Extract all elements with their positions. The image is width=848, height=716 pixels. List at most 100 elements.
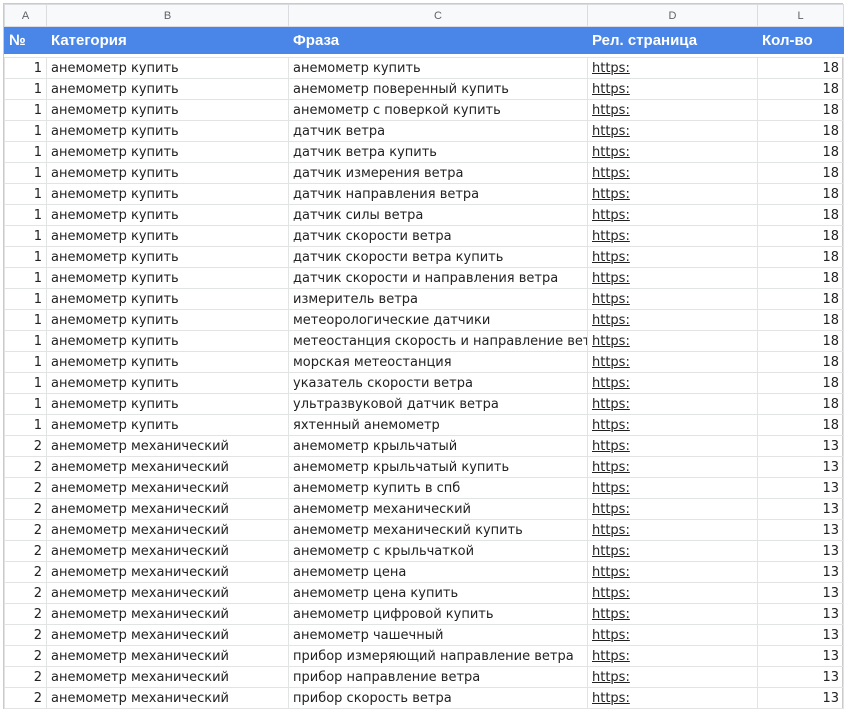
cell-number[interactable]: 2	[4, 666, 47, 688]
cell-category[interactable]: анемометр купить	[46, 372, 289, 394]
cell-category[interactable]: анемометр купить	[46, 141, 289, 163]
cell-link[interactable]: https:	[587, 414, 758, 436]
cell-count[interactable]: 18	[757, 288, 844, 310]
cell-phrase[interactable]: датчик измерения ветра	[288, 162, 588, 184]
cell-number[interactable]: 2	[4, 498, 47, 520]
cell-count[interactable]: 13	[757, 519, 844, 541]
cell-category[interactable]: анемометр купить	[46, 330, 289, 352]
cell-link[interactable]: https:	[587, 603, 758, 625]
cell-phrase[interactable]: анемометр поверенный купить	[288, 78, 588, 100]
cell-category[interactable]: анемометр купить	[46, 78, 289, 100]
cell-link[interactable]: https:	[587, 183, 758, 205]
cell-count[interactable]: 18	[757, 120, 844, 142]
cell-number[interactable]: 2	[4, 477, 47, 499]
cell-category[interactable]: анемометр купить	[46, 288, 289, 310]
cell-phrase[interactable]: анемометр чашечный	[288, 624, 588, 646]
cell-count[interactable]: 13	[757, 687, 844, 709]
cell-link[interactable]: https:	[587, 57, 758, 79]
cell-count[interactable]: 13	[757, 624, 844, 646]
cell-category[interactable]: анемометр купить	[46, 183, 289, 205]
cell-phrase[interactable]: датчик ветра купить	[288, 141, 588, 163]
cell-number[interactable]: 1	[4, 141, 47, 163]
cell-phrase[interactable]: анемометр с крыльчаткой	[288, 540, 588, 562]
cell-link[interactable]: https:	[587, 666, 758, 688]
cell-link[interactable]: https:	[587, 162, 758, 184]
column-letter-l[interactable]: L	[757, 4, 844, 27]
cell-category[interactable]: анемометр купить	[46, 225, 289, 247]
cell-phrase[interactable]: прибор измеряющий направление ветра	[288, 645, 588, 667]
cell-link[interactable]: https:	[587, 288, 758, 310]
cell-category[interactable]: анемометр купить	[46, 351, 289, 373]
cell-link[interactable]: https:	[587, 120, 758, 142]
cell-link[interactable]: https:	[587, 498, 758, 520]
cell-link[interactable]: https:	[587, 645, 758, 667]
header-phrase[interactable]: Фраза	[288, 26, 588, 54]
cell-link[interactable]: https:	[587, 624, 758, 646]
cell-category[interactable]: анемометр механический	[46, 687, 289, 709]
cell-category[interactable]: анемометр купить	[46, 393, 289, 415]
cell-category[interactable]: анемометр купить	[46, 246, 289, 268]
cell-number[interactable]: 2	[4, 624, 47, 646]
cell-link[interactable]: https:	[587, 477, 758, 499]
cell-number[interactable]: 2	[4, 603, 47, 625]
cell-category[interactable]: анемометр механический	[46, 477, 289, 499]
cell-count[interactable]: 13	[757, 477, 844, 499]
cell-phrase[interactable]: анемометр купить	[288, 57, 588, 79]
cell-count[interactable]: 18	[757, 141, 844, 163]
cell-phrase[interactable]: анемометр механический купить	[288, 519, 588, 541]
cell-number[interactable]: 1	[4, 57, 47, 79]
column-letter-d[interactable]: D	[587, 4, 758, 27]
cell-count[interactable]: 13	[757, 456, 844, 478]
cell-phrase[interactable]: указатель скорости ветра	[288, 372, 588, 394]
cell-number[interactable]: 2	[4, 582, 47, 604]
cell-phrase[interactable]: анемометр цифровой купить	[288, 603, 588, 625]
cell-phrase[interactable]: анемометр купить в спб	[288, 477, 588, 499]
cell-category[interactable]: анемометр механический	[46, 456, 289, 478]
cell-phrase[interactable]: морская метеостанция	[288, 351, 588, 373]
cell-category[interactable]: анемометр купить	[46, 99, 289, 121]
cell-number[interactable]: 1	[4, 204, 47, 226]
cell-link[interactable]: https:	[587, 351, 758, 373]
cell-category[interactable]: анемометр механический	[46, 540, 289, 562]
cell-number[interactable]: 2	[4, 645, 47, 667]
cell-link[interactable]: https:	[587, 246, 758, 268]
cell-count[interactable]: 18	[757, 204, 844, 226]
cell-link[interactable]: https:	[587, 687, 758, 709]
cell-phrase[interactable]: анемометр крыльчатый	[288, 435, 588, 457]
cell-link[interactable]: https:	[587, 225, 758, 247]
cell-count[interactable]: 18	[757, 393, 844, 415]
cell-count[interactable]: 18	[757, 99, 844, 121]
cell-count[interactable]: 13	[757, 603, 844, 625]
cell-count[interactable]: 18	[757, 267, 844, 289]
cell-phrase[interactable]: прибор скорость ветра	[288, 687, 588, 709]
cell-number[interactable]: 1	[4, 225, 47, 247]
cell-phrase[interactable]: анемометр механический	[288, 498, 588, 520]
cell-number[interactable]: 2	[4, 456, 47, 478]
cell-count[interactable]: 13	[757, 435, 844, 457]
cell-phrase[interactable]: анемометр крыльчатый купить	[288, 456, 588, 478]
cell-category[interactable]: анемометр механический	[46, 561, 289, 583]
column-letter-a[interactable]: A	[4, 4, 47, 27]
cell-number[interactable]: 1	[4, 162, 47, 184]
cell-count[interactable]: 13	[757, 645, 844, 667]
cell-phrase[interactable]: датчик скорости ветра	[288, 225, 588, 247]
cell-category[interactable]: анемометр механический	[46, 498, 289, 520]
cell-link[interactable]: https:	[587, 456, 758, 478]
cell-count[interactable]: 13	[757, 498, 844, 520]
cell-phrase[interactable]: прибор направление ветра	[288, 666, 588, 688]
cell-category[interactable]: анемометр купить	[46, 57, 289, 79]
cell-phrase[interactable]: анемометр цена купить	[288, 582, 588, 604]
cell-number[interactable]: 1	[4, 183, 47, 205]
cell-count[interactable]: 13	[757, 540, 844, 562]
cell-category[interactable]: анемометр механический	[46, 603, 289, 625]
cell-number[interactable]: 2	[4, 687, 47, 709]
cell-number[interactable]: 2	[4, 540, 47, 562]
cell-phrase[interactable]: измеритель ветра	[288, 288, 588, 310]
cell-number[interactable]: 2	[4, 561, 47, 583]
cell-phrase[interactable]: датчик ветра	[288, 120, 588, 142]
cell-category[interactable]: анемометр купить	[46, 162, 289, 184]
cell-count[interactable]: 18	[757, 330, 844, 352]
cell-link[interactable]: https:	[587, 204, 758, 226]
header-count[interactable]: Кол-во	[757, 26, 844, 54]
cell-number[interactable]: 1	[4, 288, 47, 310]
